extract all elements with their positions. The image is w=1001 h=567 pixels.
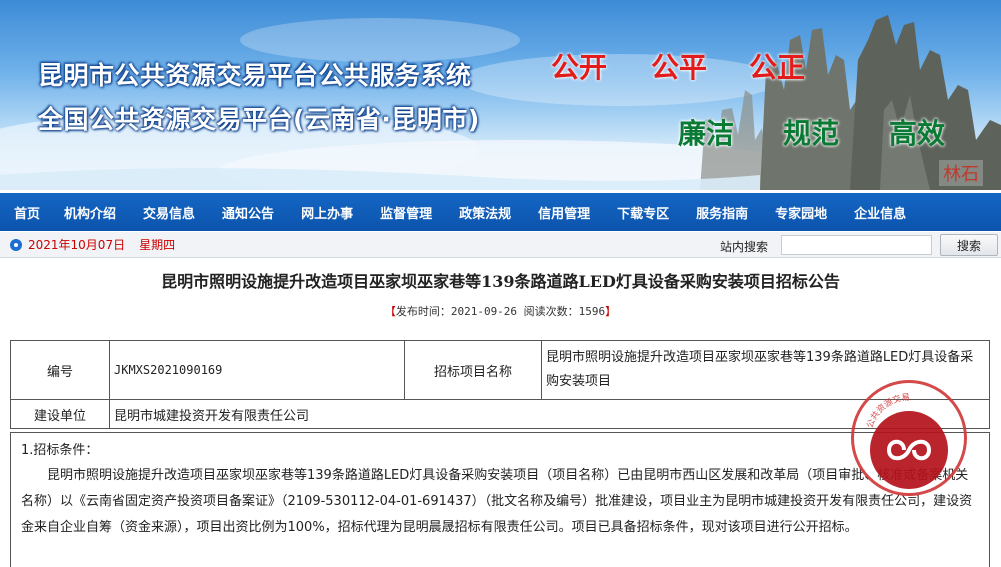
site-title-line1: 昆明市公共资源交易平台公共服务系统 xyxy=(38,61,472,90)
section-paragraph: 昆明市照明设施提升改造项目巫家坝巫家巷等139条路道路LED灯具设备采购安装项目… xyxy=(21,468,973,535)
motto-fair: 公平 xyxy=(651,51,708,84)
article-title: 昆明市照明设施提升改造项目巫家坝巫家巷等139条路道路LED灯具设备采购安装项目… xyxy=(161,272,840,291)
table-row: 建设单位 昆明市城建投资开发有限责任公司 xyxy=(10,399,990,429)
stone-forest-label: 林石 xyxy=(939,160,983,186)
nav-online-service[interactable]: 网上办事 xyxy=(301,203,353,222)
nav-policies[interactable]: 政策法规 xyxy=(459,203,511,222)
current-weekday: 星期四 xyxy=(139,238,176,252)
table-row: 编号 JKMXS2021090169 招标项目名称 昆明市照明设施提升改造项目巫… xyxy=(10,340,990,400)
site-title-line2: 全国公共资源交易平台(云南省·昆明市) xyxy=(38,105,480,134)
nav-supervision[interactable]: 监督管理 xyxy=(380,203,432,222)
motto-standard: 规范 xyxy=(783,117,840,150)
article-meta: 【发布时间：2021-09-26 阅读次数：1596】 xyxy=(0,303,1001,319)
value-code: JKMXS2021090169 xyxy=(109,340,405,400)
seal-logo-icon xyxy=(870,411,948,489)
article-body: 1.招标条件： 昆明市照明设施提升改造项目巫家坝巫家巷等139条路道路LED灯具… xyxy=(10,432,990,567)
label-construction-unit: 建设单位 xyxy=(10,399,110,429)
info-icon xyxy=(10,238,22,251)
nav-notices[interactable]: 通知公告 xyxy=(222,203,274,222)
motto-open: 公开 xyxy=(551,51,608,84)
site-banner: 昆明市公共资源交易平台公共服务系统 全国公共资源交易平台(云南省·昆明市) 公开… xyxy=(0,0,1001,190)
meta-text: 发布时间：2021-09-26 阅读次数：1596 xyxy=(395,305,606,318)
nav-trade-info[interactable]: 交易信息 xyxy=(143,203,195,222)
meta-bracket-open: 【 xyxy=(384,305,396,318)
site-search-input[interactable] xyxy=(781,235,932,255)
motto-just: 公正 xyxy=(749,51,806,84)
search-button[interactable]: 搜索 xyxy=(940,234,998,256)
nav-experts[interactable]: 专家园地 xyxy=(775,203,827,222)
official-seal: 公共资源交易 xyxy=(851,380,967,496)
main-nav: 首页 机构介绍 交易信息 通知公告 网上办事 监督管理 政策法规 信用管理 下载… xyxy=(0,193,1001,231)
banner-scenery xyxy=(0,15,1001,190)
motto-clean: 廉洁 xyxy=(678,117,735,150)
current-date: 2021年10月07日 xyxy=(28,238,126,252)
motto-efficient: 高效 xyxy=(889,117,946,150)
section-heading: 1.招标条件： xyxy=(21,443,99,458)
info-bar: 2021年10月07日 星期四 站内搜索 搜索 xyxy=(0,232,1001,258)
project-info-table: 编号 JKMXS2021090169 招标项目名称 昆明市照明设施提升改造项目巫… xyxy=(10,340,990,429)
nav-about[interactable]: 机构介绍 xyxy=(64,203,116,222)
nav-credit[interactable]: 信用管理 xyxy=(538,203,590,222)
site-search-label: 站内搜索 xyxy=(720,240,769,254)
nav-guide[interactable]: 服务指南 xyxy=(696,203,748,222)
nav-enterprise[interactable]: 企业信息 xyxy=(854,203,906,222)
label-project-name: 招标项目名称 xyxy=(404,340,542,400)
nav-home[interactable]: 首页 xyxy=(14,203,40,222)
label-code: 编号 xyxy=(10,340,110,400)
nav-downloads[interactable]: 下载专区 xyxy=(617,203,669,222)
meta-bracket-close: 】 xyxy=(605,305,617,318)
